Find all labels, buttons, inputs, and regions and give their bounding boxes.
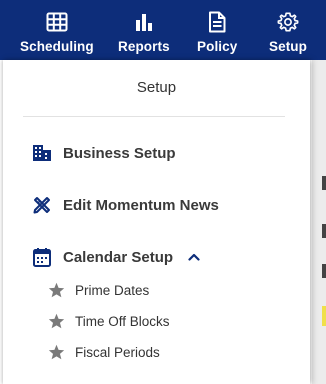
submenu-item-label: Prime Dates	[75, 282, 150, 298]
gear-icon	[276, 10, 300, 34]
star-icon	[47, 281, 65, 299]
star-icon	[47, 312, 65, 330]
pencil-ruler-icon	[31, 194, 53, 216]
document-icon	[205, 10, 229, 34]
nav-scheduling-label: Scheduling	[20, 39, 94, 54]
background-marker	[322, 224, 326, 238]
nav-reports-label: Reports	[118, 39, 170, 54]
nav-reports[interactable]: Reports	[118, 0, 170, 54]
nav-setup[interactable]: Setup	[269, 0, 307, 54]
background-marker	[322, 264, 326, 278]
background-highlight	[322, 306, 326, 326]
submenu-item-label: Time Off Blocks	[75, 313, 170, 329]
menu-item-calendar-setup[interactable]: Calendar Setup	[31, 246, 201, 268]
submenu-item-label: Fiscal Periods	[75, 344, 160, 360]
menu-item-label: Calendar Setup	[63, 248, 174, 266]
nav-policy[interactable]: Policy	[197, 0, 237, 54]
bar-chart-icon	[132, 10, 156, 34]
divider	[23, 116, 285, 117]
nav-policy-label: Policy	[197, 39, 238, 54]
panel-title: Setup	[136, 79, 177, 96]
chevron-up-icon[interactable]	[187, 250, 201, 264]
star-icon	[47, 343, 65, 361]
submenu-item-prime-dates[interactable]: Prime Dates	[47, 281, 149, 299]
nav-scheduling[interactable]: Scheduling	[20, 0, 94, 54]
grid-icon	[45, 10, 69, 34]
setup-menu-panel: Setup Business Setup Edit Momentum News …	[3, 60, 310, 384]
background-marker	[322, 176, 326, 190]
building-icon	[31, 142, 53, 164]
nav-setup-label: Setup	[269, 39, 308, 54]
menu-item-label: Business Setup	[63, 144, 176, 162]
menu-item-business-setup[interactable]: Business Setup	[31, 142, 176, 164]
background-content-edge	[312, 60, 326, 384]
menu-item-edit-momentum-news[interactable]: Edit Momentum News	[31, 194, 219, 216]
calendar-icon	[31, 246, 53, 268]
submenu-item-fiscal-periods[interactable]: Fiscal Periods	[47, 343, 160, 361]
menu-item-label: Edit Momentum News	[63, 196, 219, 214]
submenu-item-time-off-blocks[interactable]: Time Off Blocks	[47, 312, 170, 330]
top-navigation-bar: Scheduling Reports Policy Setup	[0, 0, 326, 60]
